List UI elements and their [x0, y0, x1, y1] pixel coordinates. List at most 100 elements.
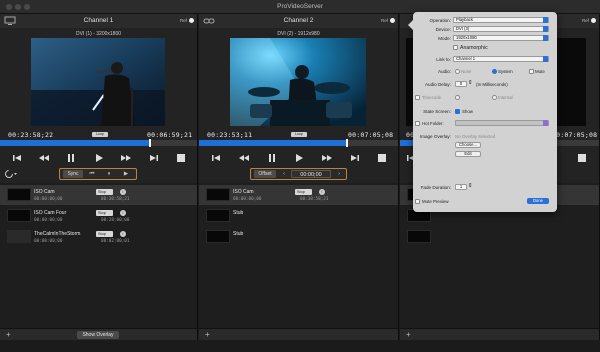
mute-preview-checkbox[interactable] — [415, 199, 420, 204]
play-icon[interactable] — [93, 153, 105, 163]
hot-folder-field[interactable] — [455, 120, 549, 126]
skip-back-icon[interactable] — [11, 153, 23, 163]
channel-header: Channel 1 Ref — [0, 14, 197, 28]
clip-name: TheCalmInTheStorm — [34, 231, 81, 237]
app-title: ProVideoServer — [277, 3, 323, 10]
state-screen-checkbox[interactable] — [455, 109, 460, 114]
chevron-right-icon[interactable]: › — [334, 170, 344, 178]
progress-handle[interactable] — [346, 139, 348, 147]
edit-overlay-button[interactable]: Edit — [455, 151, 481, 157]
anamorphic-checkbox[interactable] — [453, 45, 458, 50]
clip-thumbnail — [206, 230, 230, 243]
timecode-bar: 00:23:58;22 Loop 00:06:59;21 — [0, 129, 197, 140]
skip-forward-icon[interactable] — [349, 153, 361, 163]
sync-control-group: Sync ⏮ ⏸ ▶ — [59, 168, 137, 180]
image-overlay-value: No Overlay Selected — [455, 134, 496, 139]
timecode-checkbox[interactable] — [415, 95, 420, 100]
clip-timecode: 00:00:00;00 — [233, 197, 262, 202]
info-icon[interactable]: i — [120, 231, 126, 237]
audio-option-radio[interactable] — [455, 69, 460, 74]
add-icon[interactable]: + — [205, 330, 210, 339]
playlist-item[interactable]: ISO Cam 00:00:00;00 Stop i 00:30:58;21 — [199, 185, 398, 205]
popover-arrow — [408, 20, 413, 30]
loop-button[interactable]: Loop — [92, 132, 108, 137]
video-frame-image — [31, 38, 165, 126]
skip-forward-icon[interactable] — [148, 153, 160, 163]
add-icon[interactable]: + — [406, 330, 411, 339]
offset-button[interactable]: Offset — [254, 170, 276, 178]
skip-back-icon[interactable] — [210, 153, 222, 163]
clip-action-dropdown[interactable]: Stop — [96, 189, 113, 195]
playlist-item[interactable]: Stub — [199, 206, 398, 226]
operation-label: Operation: — [429, 18, 451, 23]
clip-action-dropdown[interactable]: Stop — [295, 189, 312, 195]
hot-folder-checkbox[interactable] — [415, 121, 420, 126]
clip-name: Stub — [233, 210, 244, 216]
anamorphic-label: Anamorphic — [460, 45, 488, 51]
pause-icon[interactable] — [266, 153, 278, 163]
rewind-icon[interactable] — [38, 153, 50, 163]
timecode-remaining: 00:07:05;08 — [552, 131, 598, 139]
playlist-item[interactable]: ISO Cam 00:00:00;00 Stop i 00:30:58;21 — [0, 185, 197, 205]
progress-bar[interactable] — [0, 139, 197, 147]
audio-mute-checkbox[interactable] — [529, 69, 534, 74]
channel-1-panel: Channel 1 Ref DVI (1) - 3200x1800 00:23:… — [0, 14, 198, 340]
add-icon[interactable]: + — [6, 330, 11, 339]
clip-duration: 00:02:00;01 — [101, 239, 130, 244]
sync-button[interactable]: Sync — [63, 170, 83, 178]
skip-back-icon[interactable]: ⏮ — [87, 170, 97, 178]
pause-icon[interactable] — [65, 153, 77, 163]
operation-select[interactable]: Playback — [453, 17, 549, 23]
fast-forward-icon[interactable] — [321, 153, 333, 163]
link-select[interactable]: Channel 1 — [453, 56, 549, 62]
refresh-icon[interactable] — [4, 169, 18, 179]
channel-name: Channel 2 — [283, 17, 314, 24]
clip-action-dropdown[interactable]: Stop — [96, 231, 113, 237]
info-icon[interactable]: i — [319, 189, 325, 195]
stop-icon[interactable] — [576, 153, 588, 163]
done-button[interactable]: Done — [527, 198, 549, 204]
playlist-item[interactable] — [400, 227, 599, 247]
playlist-item[interactable]: Stub — [199, 227, 398, 247]
choose-overlay-button[interactable]: Choose... — [455, 142, 481, 148]
info-icon[interactable]: i — [120, 189, 126, 195]
clip-thumbnail — [206, 188, 230, 201]
playlist-item[interactable]: TheCalmInTheStorm 00:00:00;00 Stop i 00:… — [0, 227, 197, 247]
mode-select[interactable]: 1920x1080 — [453, 35, 549, 41]
audio-label: Audio: — [437, 69, 451, 74]
timecode-option-radio[interactable] — [492, 95, 497, 100]
loop-button[interactable]: Loop — [291, 132, 307, 137]
stop-icon[interactable] — [175, 153, 187, 163]
progress-handle[interactable] — [149, 139, 151, 147]
play-icon[interactable]: ▶ — [121, 170, 131, 178]
fast-forward-icon[interactable] — [120, 153, 132, 163]
audio-option-radio[interactable] — [492, 69, 497, 74]
video-preview[interactable] — [230, 38, 366, 126]
device-select[interactable]: DVI (3) — [453, 26, 549, 32]
audio-delay-unit: (In Milliseconds) — [476, 82, 508, 87]
rewind-icon[interactable] — [238, 153, 250, 163]
playlist-item[interactable]: ISO Cam Four 00:00:00;00 Stop i 00:28:00… — [0, 206, 197, 226]
video-frame-image — [230, 38, 366, 126]
state-screen-label: State Screen: — [423, 109, 451, 114]
fade-duration-field[interactable]: 1 — [455, 184, 467, 190]
timecode-option-radio[interactable] — [455, 95, 460, 100]
chevron-left-icon[interactable]: ‹ — [279, 170, 289, 178]
audio-delay-field[interactable]: 0 — [455, 81, 467, 87]
chevron-down-icon — [543, 56, 548, 62]
ref-indicator — [390, 18, 395, 23]
offset-timecode-field[interactable]: 00:00;00 — [291, 170, 331, 178]
stepper-icon[interactable]: ⇕ — [468, 80, 473, 86]
ref-label: Ref — [380, 18, 388, 23]
info-icon[interactable]: i — [120, 210, 126, 216]
progress-bar[interactable] — [199, 139, 398, 147]
clip-thumbnail — [206, 209, 230, 222]
clip-action-dropdown[interactable]: Stop — [96, 210, 113, 216]
stepper-icon[interactable]: ⇕ — [468, 183, 473, 189]
video-preview[interactable] — [31, 38, 165, 126]
playlist: ISO Cam 00:00:00;00 Stop i 00:30:58;21 S… — [199, 183, 398, 328]
stop-icon[interactable] — [376, 153, 388, 163]
pause-icon[interactable]: ⏸ — [104, 170, 114, 178]
show-overlay-button[interactable]: Show Overlay — [77, 331, 119, 339]
play-icon[interactable] — [293, 153, 305, 163]
